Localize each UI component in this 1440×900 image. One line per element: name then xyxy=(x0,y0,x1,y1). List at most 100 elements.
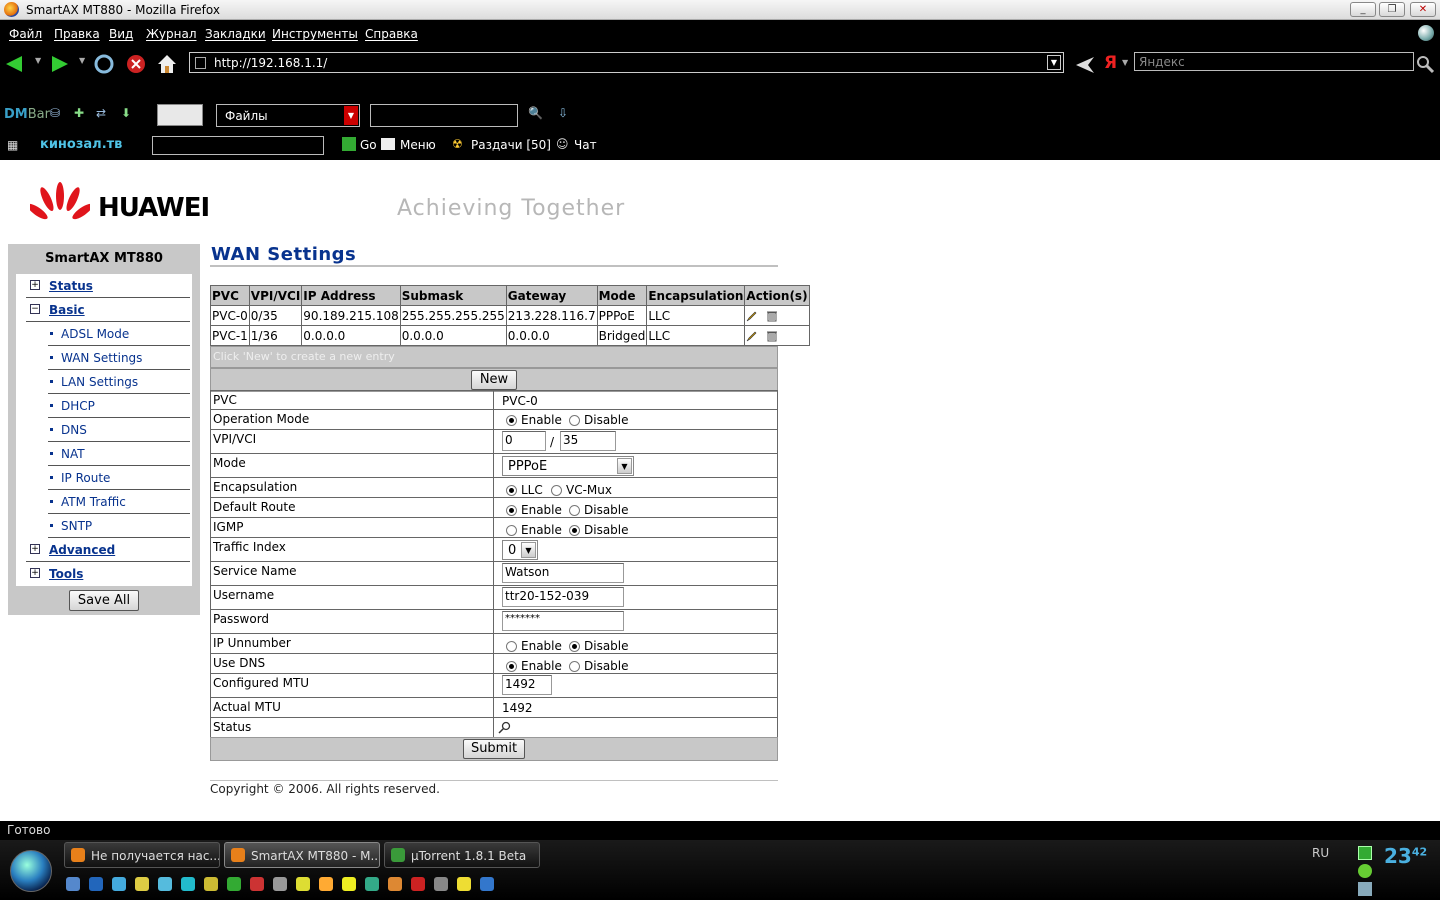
magnifier-icon[interactable] xyxy=(498,721,511,734)
opmode-disable-radio[interactable]: Disable xyxy=(569,413,629,427)
quicklaunch-icon[interactable] xyxy=(365,877,379,891)
taskbar-button-forum[interactable]: Не получается нас... xyxy=(64,842,220,868)
kz-menu-icon[interactable]: ▦ xyxy=(7,138,18,152)
language-indicator[interactable]: RU xyxy=(1312,846,1329,860)
password-input[interactable]: ******* xyxy=(502,611,624,631)
kz-menu-button[interactable]: Меню xyxy=(400,138,436,152)
url-dropdown-icon[interactable]: ▼ xyxy=(1047,55,1061,70)
edit-pencil-icon[interactable] xyxy=(746,330,758,342)
quicklaunch-icon[interactable] xyxy=(480,877,494,891)
delete-trash-icon[interactable] xyxy=(766,330,778,342)
quicklaunch-icon[interactable] xyxy=(434,877,448,891)
dm-search-input[interactable] xyxy=(370,104,518,127)
dm-tool-icon-3[interactable]: ⬇ xyxy=(121,106,131,120)
search-icon[interactable] xyxy=(1414,53,1436,75)
quicklaunch-icon[interactable] xyxy=(411,877,425,891)
sidebar-item-wan-settings[interactable]: WAN Settings xyxy=(48,346,190,370)
icq-tray-icon[interactable] xyxy=(1358,864,1372,878)
mode-select[interactable]: PPPoE ▼ xyxy=(502,456,634,476)
defroute-disable-radio[interactable]: Disable xyxy=(569,503,629,517)
igmp-enable-radio[interactable]: Enable xyxy=(506,523,562,537)
go-arrow-icon[interactable] xyxy=(342,137,356,151)
vpi-input[interactable]: 0 xyxy=(502,431,546,451)
quicklaunch-icon[interactable] xyxy=(296,877,310,891)
dm-category-select[interactable]: Файлы ▼ xyxy=(216,104,360,127)
airplane-icon[interactable] xyxy=(1074,53,1096,75)
service-name-input[interactable]: Watson xyxy=(502,563,624,583)
forward-icon[interactable] xyxy=(48,53,70,75)
stop-icon[interactable] xyxy=(125,53,147,75)
sidebar-item-advanced[interactable]: + Advanced xyxy=(26,538,190,562)
minimize-button[interactable]: _ xyxy=(1350,2,1376,17)
sidebar-item-nat[interactable]: NAT xyxy=(48,442,190,466)
menu-bookmarks[interactable]: Закладки xyxy=(205,27,266,41)
defroute-enable-radio[interactable]: Enable xyxy=(506,503,562,517)
forward-dropdown-icon[interactable]: ▼ xyxy=(79,56,85,65)
reload-icon[interactable] xyxy=(93,53,115,75)
quicklaunch-icon[interactable] xyxy=(66,877,80,891)
menu-file[interactable]: Файл xyxy=(9,27,42,41)
taskbar-button-smartax[interactable]: SmartAX MT880 - M... xyxy=(224,842,380,868)
url-bar[interactable]: http://192.168.1.1/ ▼ xyxy=(189,52,1064,73)
network-tray-icon[interactable] xyxy=(1358,882,1372,896)
sidebar-item-adsl-mode[interactable]: ADSL Mode xyxy=(48,322,190,346)
quicklaunch-icon[interactable] xyxy=(250,877,264,891)
sidebar-item-dhcp[interactable]: DHCP xyxy=(48,394,190,418)
quicklaunch-icon[interactable] xyxy=(457,877,471,891)
search-input[interactable]: Яндекс xyxy=(1134,52,1414,71)
quicklaunch-icon[interactable] xyxy=(181,877,195,891)
usedns-disable-radio[interactable]: Disable xyxy=(569,659,629,673)
quicklaunch-icon[interactable] xyxy=(342,877,356,891)
utorrent-tray-icon[interactable] xyxy=(1358,846,1372,860)
search-engine-dropdown-icon[interactable]: ▼ xyxy=(1122,58,1128,67)
clock[interactable]: 2342 xyxy=(1384,844,1427,868)
menu-history[interactable]: Журнал xyxy=(146,27,197,41)
quicklaunch-icon[interactable] xyxy=(227,877,241,891)
sidebar-item-lan-settings[interactable]: LAN Settings xyxy=(48,370,190,394)
mtu-input[interactable]: 1492 xyxy=(502,675,552,695)
sidebar-item-ip-route[interactable]: IP Route xyxy=(48,466,190,490)
edit-pencil-icon[interactable] xyxy=(746,310,758,322)
igmp-disable-radio[interactable]: Disable xyxy=(569,523,629,537)
ipunnum-enable-radio[interactable]: Enable xyxy=(506,639,562,653)
menu-tools[interactable]: Инструменты xyxy=(272,27,358,41)
dm-search-icon[interactable]: 🔍 xyxy=(528,106,543,120)
quicklaunch-icon[interactable] xyxy=(273,877,287,891)
dm-tool-icon-2[interactable]: ⇄ xyxy=(96,106,106,120)
home-icon[interactable] xyxy=(156,53,178,75)
sidebar-item-atm-traffic[interactable]: ATM Traffic xyxy=(48,490,190,514)
save-all-button[interactable]: Save All xyxy=(69,590,139,611)
opmode-enable-radio[interactable]: Enable xyxy=(506,413,562,427)
encap-llc-radio[interactable]: LLC xyxy=(506,483,543,497)
ipunnum-disable-radio[interactable]: Disable xyxy=(569,639,629,653)
quicklaunch-icon[interactable] xyxy=(319,877,333,891)
dm-add-icon[interactable]: ✚ xyxy=(74,106,84,120)
sidebar-item-status[interactable]: + Status xyxy=(26,274,190,298)
taskbar-button-utorrent[interactable]: µTorrent 1.8.1 Beta xyxy=(384,842,540,868)
dm-tool-icon-1[interactable]: ⛁ xyxy=(50,106,60,120)
menu-help[interactable]: Справка xyxy=(365,27,418,41)
dm-hand-button[interactable] xyxy=(157,104,203,126)
close-button[interactable]: ✕ xyxy=(1410,2,1436,17)
quicklaunch-icon[interactable] xyxy=(89,877,103,891)
kz-chat-button[interactable]: Чат xyxy=(574,138,597,152)
back-dropdown-icon[interactable]: ▼ xyxy=(35,56,41,65)
maximize-button[interactable]: ❐ xyxy=(1379,2,1405,17)
sidebar-item-basic[interactable]: − Basic xyxy=(26,298,190,322)
kinozal-logo[interactable]: кинозал.тв xyxy=(40,137,122,152)
delete-trash-icon[interactable] xyxy=(766,310,778,322)
quicklaunch-icon[interactable] xyxy=(388,877,402,891)
usedns-enable-radio[interactable]: Enable xyxy=(506,659,562,673)
submit-button[interactable]: Submit xyxy=(463,739,525,759)
dmbar-logo[interactable]: DMBar xyxy=(4,107,50,122)
menu-view[interactable]: Вид xyxy=(109,27,133,41)
back-icon[interactable] xyxy=(4,53,26,75)
dm-download-icon[interactable]: ⇩ xyxy=(558,106,568,120)
sidebar-item-dns[interactable]: DNS xyxy=(48,418,190,442)
kz-go-button[interactable]: Go xyxy=(360,138,377,152)
start-button[interactable] xyxy=(10,850,52,892)
quicklaunch-icon[interactable] xyxy=(112,877,126,891)
vci-input[interactable]: 35 xyxy=(560,431,616,451)
encap-vcmux-radio[interactable]: VC-Mux xyxy=(551,483,612,497)
new-button[interactable]: New xyxy=(471,370,517,390)
